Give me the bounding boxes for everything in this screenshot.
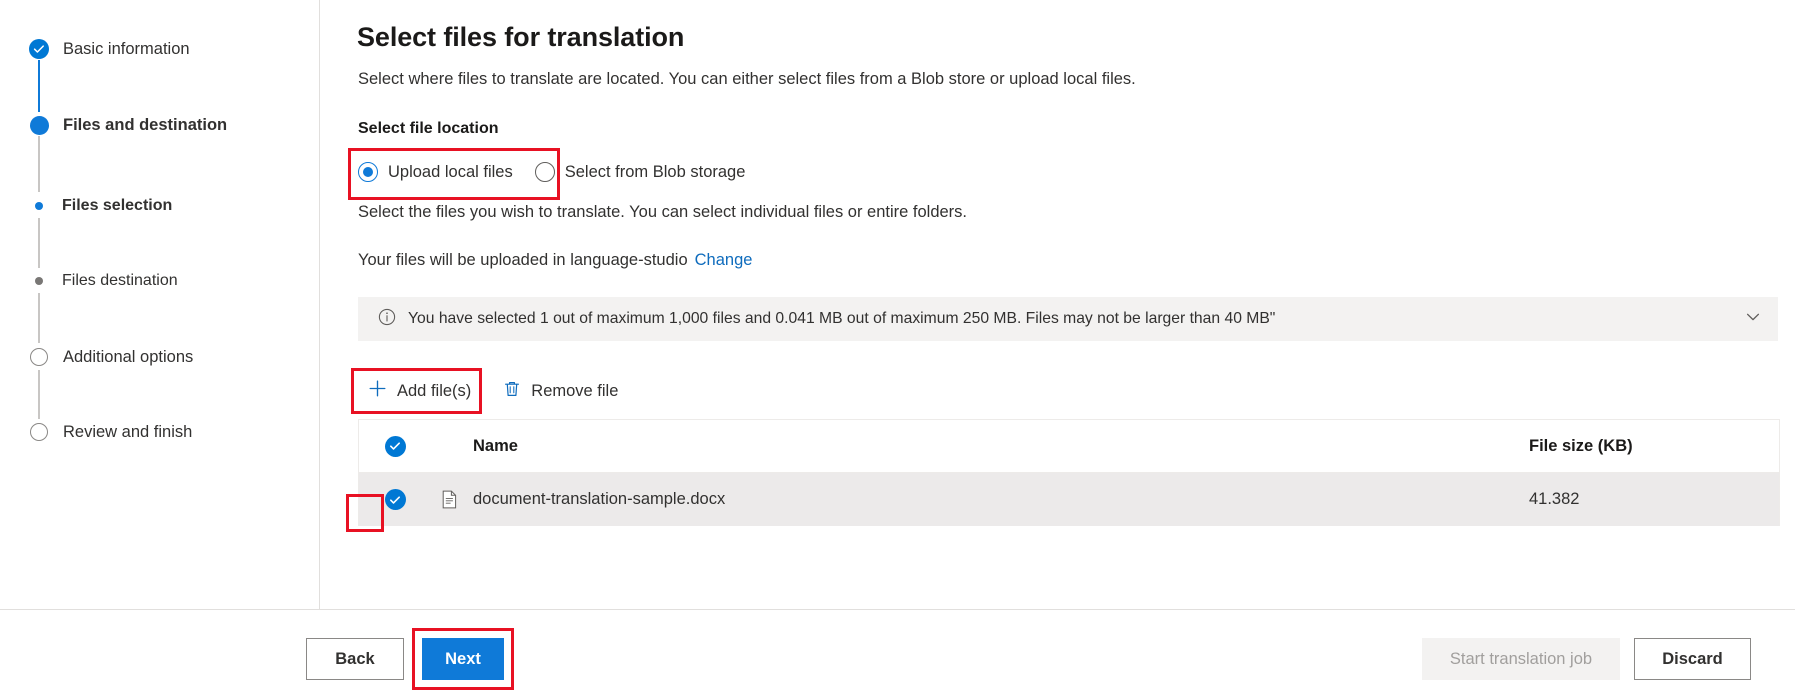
sidebar-item-label: Basic information xyxy=(63,39,190,58)
wizard-sidebar: Basic information Files and destination … xyxy=(0,0,320,694)
document-icon xyxy=(431,490,467,509)
check-circle-icon xyxy=(28,38,50,60)
small-dot-icon xyxy=(30,195,48,217)
checkbox-checked-icon xyxy=(384,489,406,510)
sidebar-item-label: Additional options xyxy=(63,347,194,366)
upload-location-text: Your files will be uploaded in language-… xyxy=(358,251,688,269)
radio-label: Select from Blob storage xyxy=(564,162,746,181)
change-link[interactable]: Change xyxy=(695,251,753,270)
small-dot-icon xyxy=(30,270,48,292)
column-header-name[interactable]: Name xyxy=(431,437,1529,456)
upload-location-line: Your files will be uploaded in language-… xyxy=(358,251,752,270)
file-name-cell: document-translation-sample.docx xyxy=(473,490,726,508)
radio-select-from-blob-storage[interactable]: Select from Blob storage xyxy=(534,162,746,182)
remove-file-label: Remove file xyxy=(531,381,619,400)
file-location-section-label: Select file location xyxy=(358,120,499,137)
radio-unselected-icon xyxy=(534,162,555,182)
sidebar-item-files-selection[interactable]: Files selection xyxy=(30,194,172,218)
chevron-down-icon[interactable] xyxy=(1744,308,1762,331)
sidebar-item-review-and-finish[interactable]: Review and finish xyxy=(28,420,192,444)
info-banner-text: You have selected 1 out of maximum 1,000… xyxy=(408,310,1276,327)
file-location-radio-group: Upload local files Select from Blob stor… xyxy=(358,162,767,182)
start-translation-job-button[interactable]: Start translation job xyxy=(1422,638,1620,680)
sidebar-item-additional-options[interactable]: Additional options xyxy=(28,345,193,369)
row-checkbox[interactable] xyxy=(359,489,431,510)
radio-selected-icon xyxy=(358,162,378,182)
discard-button[interactable]: Discard xyxy=(1634,638,1751,680)
page-description: Select where files to translate are loca… xyxy=(358,70,1136,88)
sidebar-item-label: Review and finish xyxy=(63,422,193,441)
radio-label: Upload local files xyxy=(388,162,513,181)
wizard-connector-5 xyxy=(38,370,40,419)
plus-icon xyxy=(368,379,387,403)
info-icon xyxy=(378,308,396,331)
table-header-row: Name File size (KB) xyxy=(359,420,1779,473)
filled-circle-icon xyxy=(28,114,50,136)
wizard-connector-1 xyxy=(38,60,40,112)
add-files-label: Add file(s) xyxy=(397,381,472,400)
sidebar-item-basic-information[interactable]: Basic information xyxy=(28,37,190,61)
file-table: Name File size (KB) document-translation… xyxy=(358,419,1780,526)
wizard-connector-2 xyxy=(38,136,40,192)
back-button[interactable]: Back xyxy=(306,638,404,680)
files-selection-hint: Select the files you wish to translate. … xyxy=(358,203,968,221)
page-title: Select files for translation xyxy=(357,22,685,52)
wizard-connector-3 xyxy=(38,218,40,268)
trash-icon xyxy=(503,380,521,403)
info-banner: You have selected 1 out of maximum 1,000… xyxy=(358,297,1778,341)
radio-upload-local-files[interactable]: Upload local files xyxy=(358,162,513,182)
file-size-cell: 41.382 xyxy=(1529,490,1580,508)
column-header-file-size[interactable]: File size (KB) xyxy=(1529,437,1779,456)
sidebar-item-label: Files selection xyxy=(62,197,173,214)
empty-circle-icon xyxy=(28,421,50,443)
table-row[interactable]: document-translation-sample.docx 41.382 xyxy=(359,473,1779,526)
wizard-connector-4 xyxy=(38,293,40,343)
select-all-checkbox[interactable] xyxy=(359,435,431,457)
file-command-bar: Add file(s) Remove file xyxy=(358,374,628,408)
sidebar-item-files-destination[interactable]: Files destination xyxy=(30,269,178,293)
sidebar-item-label: Files destination xyxy=(62,272,178,289)
remove-file-button[interactable]: Remove file xyxy=(493,374,628,408)
add-files-button[interactable]: Add file(s) xyxy=(358,374,481,408)
empty-circle-icon xyxy=(28,346,50,368)
main-content: Select files for translation Select wher… xyxy=(320,0,1795,694)
sidebar-item-files-and-destination[interactable]: Files and destination xyxy=(28,113,227,137)
sidebar-item-label: Files and destination xyxy=(63,115,228,134)
checkbox-checked-icon xyxy=(384,435,406,457)
next-button[interactable]: Next xyxy=(422,638,504,680)
